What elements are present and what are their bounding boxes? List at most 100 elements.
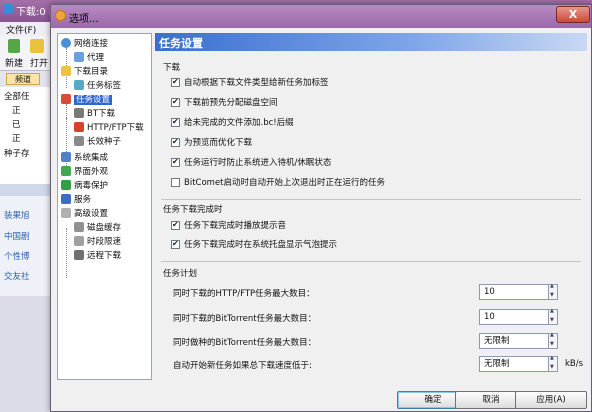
tag-icon	[74, 80, 84, 90]
group-plan-title: 任务计划	[163, 269, 198, 279]
globe-icon	[61, 38, 71, 48]
seed-icon	[74, 136, 84, 146]
open-button-label[interactable]: 打开	[30, 56, 48, 69]
app-icon	[3, 4, 13, 14]
label-min-speed: 自动开始新任务如果总下载速度低于:	[173, 361, 312, 371]
tab-row: 频道	[0, 71, 55, 87]
system-icon	[61, 152, 71, 162]
group-on-complete: 任务下载完成时 任务下载完成时播放提示音 任务下载完成时在系统托盘显示气泡提示	[161, 199, 581, 258]
stepper-max-http[interactable]	[549, 283, 558, 300]
label-max-bt: 同时下载的BitTorrent任务最大数目：	[173, 314, 317, 324]
link-item[interactable]: 装果旭	[4, 209, 30, 221]
virus-icon	[61, 180, 71, 190]
new-button-label[interactable]: 新建	[5, 56, 23, 69]
nav-task-settings[interactable]: 任务设置	[61, 94, 113, 106]
disk-cache-icon	[74, 222, 84, 232]
link-item[interactable]: 交友社	[4, 270, 30, 282]
checkbox[interactable]	[171, 219, 180, 230]
open-icon[interactable]	[30, 39, 44, 53]
option-play-sound[interactable]: 任务下载完成时播放提示音	[171, 219, 286, 232]
options-dialog: 选项... X 网络连接 代理 下载目录 任务标签 任务设置 BT下载 HTTP…	[50, 4, 592, 412]
group-complete-title: 任务下载完成时	[163, 205, 223, 215]
dialog-icon	[55, 10, 66, 21]
input-max-bt[interactable]: 10	[479, 309, 549, 325]
panel-title: 任务设置	[159, 37, 203, 50]
nav-service[interactable]: 服务	[61, 194, 91, 206]
tree-item-seeds[interactable]: 种子存	[4, 147, 30, 159]
nav-network[interactable]: 网络连接	[61, 38, 108, 50]
link-panel-header	[0, 184, 55, 196]
status-area	[0, 296, 55, 412]
tree-item-active[interactable]: 正	[12, 132, 21, 144]
link-item[interactable]: 个性博	[4, 250, 30, 262]
appearance-icon	[61, 166, 71, 176]
nav-task-tags[interactable]: 任务标签	[74, 80, 121, 92]
option-tray-balloon[interactable]: 任务下载完成时在系统托盘显示气泡提示	[171, 238, 337, 251]
toolbar: 新建 打开	[0, 36, 55, 70]
input-max-http[interactable]: 10	[479, 284, 549, 300]
checkbox[interactable]	[171, 116, 180, 127]
tree-item-running[interactable]: 正	[12, 104, 21, 116]
checkbox[interactable]	[171, 136, 180, 147]
link-item[interactable]: 中国剧	[4, 230, 30, 242]
checkbox[interactable]	[171, 178, 180, 187]
tree-item-done[interactable]: 已	[12, 118, 21, 130]
bt-icon	[74, 108, 84, 118]
stepper-max-bt[interactable]	[549, 308, 558, 325]
unit-kbs: kB/s	[565, 359, 584, 369]
nav-long-seed[interactable]: 长效种子	[74, 136, 121, 148]
nav-bt-download[interactable]: BT下载	[74, 108, 115, 120]
background-window-title: 下载:0 L	[16, 7, 55, 18]
option-auto-resume[interactable]: BitComet启动时自动开始上次退出时正在运行的任务	[171, 178, 385, 189]
http-icon	[74, 122, 84, 132]
apply-button[interactable]: 应用(A)	[515, 391, 587, 409]
nav-proxy[interactable]: 代理	[74, 52, 104, 64]
options-nav-tree: 网络连接 代理 下载目录 任务标签 任务设置 BT下载 HTTP/FTP下载 长…	[57, 33, 152, 380]
input-min-speed[interactable]: 无限制	[479, 356, 549, 372]
checkbox[interactable]	[171, 156, 180, 167]
input-max-seed[interactable]: 无限制	[479, 333, 549, 349]
option-preallocate[interactable]: 下载前预先分配磁盘空间	[171, 96, 278, 109]
service-icon	[61, 194, 71, 204]
option-bc-suffix[interactable]: 给未完成的文件添加.bc!后缀	[171, 116, 294, 129]
advanced-icon	[61, 208, 71, 218]
stepper-min-speed[interactable]	[549, 355, 558, 372]
label-max-seed: 同时做种的BitTorrent任务最大数目：	[173, 338, 317, 348]
nav-virus-protection[interactable]: 病毒保护	[61, 180, 108, 192]
nav-remote-download[interactable]: 远程下载	[74, 250, 121, 262]
dialog-titlebar: 选项... X	[51, 5, 591, 28]
new-task-icon[interactable]	[8, 39, 20, 53]
nav-system-integration[interactable]: 系统集成	[61, 152, 108, 164]
tree-item-all[interactable]: 全部任	[4, 90, 30, 102]
checkbox[interactable]	[171, 76, 180, 87]
menu-file[interactable]: 文件(F)	[6, 23, 36, 36]
nav-speed-limit[interactable]: 时段限速	[74, 236, 121, 248]
group-task-plan: 任务计划 同时下载的HTTP/FTP任务最大数目： 10 同时下载的BitTor…	[161, 261, 584, 380]
nav-http-ftp[interactable]: HTTP/FTP下载	[74, 122, 144, 134]
option-auto-tag[interactable]: 自动根据下载文件类型给新任务加标签	[171, 76, 329, 89]
option-prevent-sleep[interactable]: 任务运行时防止系统进入待机/休眠状态	[171, 156, 331, 169]
close-button[interactable]: X	[556, 6, 590, 23]
task-tree: 全部任 正 已 正 种子存	[0, 87, 55, 184]
nav-advanced[interactable]: 高级设置	[61, 208, 108, 220]
checkbox[interactable]	[171, 238, 180, 249]
option-preview-optimize[interactable]: 为预览而优化下载	[171, 136, 252, 149]
label-max-http: 同时下载的HTTP/FTP任务最大数目：	[173, 289, 315, 299]
nav-appearance[interactable]: 界面外观	[61, 166, 108, 178]
stepper-max-seed[interactable]	[549, 332, 558, 349]
dialog-title: 选项...	[69, 14, 99, 25]
tab-channel[interactable]: 频道	[6, 73, 40, 85]
task-settings-icon	[61, 94, 71, 104]
remote-icon	[74, 250, 84, 260]
task-settings-panel: 任务设置 下载 自动根据下载文件类型给新任务加标签 下载前预先分配磁盘空间 给未…	[155, 33, 587, 380]
menu-bar: 文件(F)	[0, 22, 55, 36]
folder-icon	[61, 66, 71, 76]
checkbox[interactable]	[171, 96, 180, 107]
group-download-title: 下载	[163, 63, 181, 73]
nav-download-dir[interactable]: 下载目录	[61, 66, 108, 78]
nav-disk-cache[interactable]: 磁盘缓存	[74, 222, 121, 234]
speed-limit-icon	[74, 236, 84, 246]
proxy-icon	[74, 52, 84, 62]
group-download: 下载 自动根据下载文件类型给新任务加标签 下载前预先分配磁盘空间 给未完成的文件…	[161, 61, 581, 191]
link-panel: 装果旭 中国剧 个性博 交友社	[0, 184, 55, 296]
